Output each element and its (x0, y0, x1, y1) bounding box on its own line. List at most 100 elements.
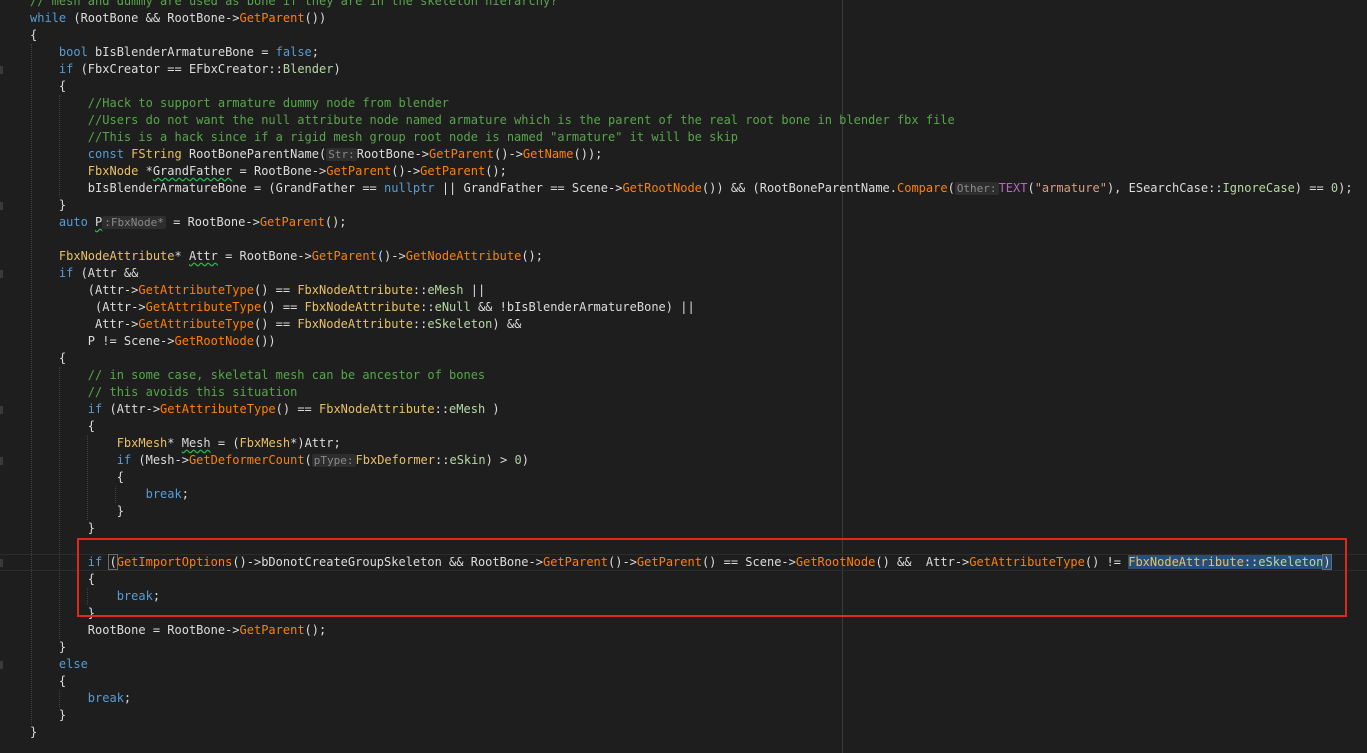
code-line[interactable]: bIsBlenderArmatureBone = (GrandFather ==… (30, 180, 1353, 197)
code-line[interactable]: } (30, 520, 1353, 537)
fold-marker[interactable] (0, 457, 3, 465)
code-token: bIsBlenderArmatureBone = (87, 45, 276, 59)
code-token: GetAttributeType (138, 283, 254, 297)
code-token: ) && (492, 317, 522, 331)
code-token: GetAttributeType (138, 317, 254, 331)
code-token: } (30, 640, 67, 654)
code-token: ()-> (376, 249, 406, 263)
code-token: ()) (253, 334, 276, 348)
code-token: const (87, 147, 124, 161)
code-token: FbxMesh (116, 436, 168, 450)
code-token: ( (304, 453, 312, 467)
code-token: ; (123, 691, 132, 705)
fold-marker[interactable] (0, 661, 3, 669)
code-token: ) (521, 453, 529, 467)
code-line[interactable]: { (30, 469, 1353, 486)
code-line[interactable]: //Hack to support armature dummy node fr… (30, 95, 1353, 112)
code-line[interactable]: } (30, 503, 1353, 520)
code-line[interactable]: else (30, 656, 1353, 673)
code-token: IgnoreCase (1222, 181, 1295, 195)
code-line[interactable]: //This is a hack since if a rigid mesh g… (30, 129, 1353, 146)
code-line[interactable]: { (30, 350, 1353, 367)
code-line[interactable]: if (Attr->GetAttributeType() == FbxNodeA… (30, 401, 1353, 418)
fold-marker[interactable] (0, 66, 3, 74)
code-token: ) > (485, 453, 515, 467)
code-token: // in some case, skeletal mesh can be an… (87, 368, 486, 382)
fold-marker[interactable] (0, 202, 3, 210)
code-token: { (30, 351, 67, 365)
code-token: Compare (897, 181, 948, 195)
code-token: (Attr && (73, 266, 139, 280)
code-line[interactable]: bool bIsBlenderArmatureBone = false; (30, 44, 1353, 61)
code-token: bool (58, 45, 88, 59)
fold-marker[interactable] (0, 270, 3, 278)
code-line[interactable]: if (Attr && (30, 265, 1353, 282)
code-line[interactable]: while (RootBone && RootBone->GetParent()… (30, 10, 1353, 27)
code-line[interactable]: break; (30, 486, 1353, 503)
code-token: :: (434, 402, 450, 416)
code-token: Mesh (181, 436, 211, 450)
code-token: :: (412, 283, 428, 297)
code-token: ( (1027, 181, 1035, 195)
code-line[interactable]: RootBone = RootBone->GetParent(); (30, 622, 1353, 639)
code-token: :: (435, 453, 450, 467)
code-line[interactable]: { (30, 418, 1353, 435)
code-token: } (30, 198, 67, 212)
code-token: ; (311, 45, 320, 59)
code-token: ); (1338, 181, 1353, 195)
code-line[interactable]: } (30, 707, 1353, 724)
code-token: FbxNodeAttribute (319, 402, 435, 416)
code-line[interactable]: if (FbxCreator == EFbxCreator::Blender) (30, 61, 1353, 78)
code-token: () == (253, 317, 298, 331)
line-gutter[interactable] (0, 0, 16, 753)
code-line[interactable]: //Users do not want the null attribute n… (30, 112, 1353, 129)
code-line[interactable]: break; (30, 690, 1353, 707)
code-line[interactable]: // in some case, skeletal mesh can be an… (30, 367, 1353, 384)
code-line[interactable]: FbxNodeAttribute* Attr = RootBone->GetPa… (30, 248, 1353, 265)
code-token: { (30, 419, 96, 433)
code-line[interactable]: (Attr->GetAttributeType() == FbxNodeAttr… (30, 299, 1353, 316)
code-line[interactable]: (Attr->GetAttributeType() == FbxNodeAttr… (30, 282, 1353, 299)
code-token: } (30, 708, 67, 722)
fold-marker[interactable] (0, 559, 3, 567)
code-text-area[interactable]: // mesh and dummy are used as bone if th… (30, 0, 1353, 741)
code-line[interactable]: if (Mesh->GetDeformerCount(pType: FbxDefo… (30, 452, 1353, 469)
code-token: while (30, 11, 67, 25)
code-line[interactable]: { (30, 78, 1353, 95)
code-token: () == (253, 283, 298, 297)
code-line[interactable]: } (30, 197, 1353, 214)
code-line[interactable]: // mesh and dummy are used as bone if th… (30, 0, 1353, 10)
code-token: GetParent (311, 249, 377, 263)
code-token: || (463, 283, 486, 297)
code-token: || GrandFather == Scene-> (434, 181, 623, 195)
code-editor[interactable]: // mesh and dummy are used as bone if th… (0, 0, 1367, 753)
code-token: RootBone-> (356, 147, 429, 161)
code-token: RootBone = RootBone-> (30, 623, 240, 637)
code-token: GetRootNode (622, 181, 702, 195)
code-token: FbxNodeAttribute (297, 283, 413, 297)
code-token: } (30, 725, 38, 739)
code-token: eMesh (427, 283, 464, 297)
code-token: eSkeleton (427, 317, 493, 331)
code-line[interactable]: { (30, 27, 1353, 44)
code-line[interactable]: P != Scene->GetRootNode()) (30, 333, 1353, 350)
code-line[interactable] (30, 231, 1353, 248)
code-line[interactable]: } (30, 724, 1353, 741)
code-line[interactable]: const FString RootBoneParentName(Str: Roo… (30, 146, 1353, 163)
code-line[interactable]: Attr->GetAttributeType() == FbxNodeAttri… (30, 316, 1353, 333)
code-token: GetParent (239, 11, 305, 25)
code-line[interactable]: { (30, 673, 1353, 690)
code-token: = RootBone-> (232, 164, 327, 178)
code-token: { (30, 28, 38, 42)
code-line[interactable]: } (30, 639, 1353, 656)
code-line[interactable]: FbxNode *GrandFather = RootBone->GetPare… (30, 163, 1353, 180)
code-line[interactable]: FbxMesh* Mesh = (FbxMesh*)Attr; (30, 435, 1353, 452)
inlay-hint: pType: (311, 454, 356, 467)
fold-marker[interactable] (0, 406, 3, 414)
code-line[interactable]: // this avoids this situation (30, 384, 1353, 401)
code-line[interactable]: auto P:FbxNode* = RootBone->GetParent(); (30, 214, 1353, 231)
